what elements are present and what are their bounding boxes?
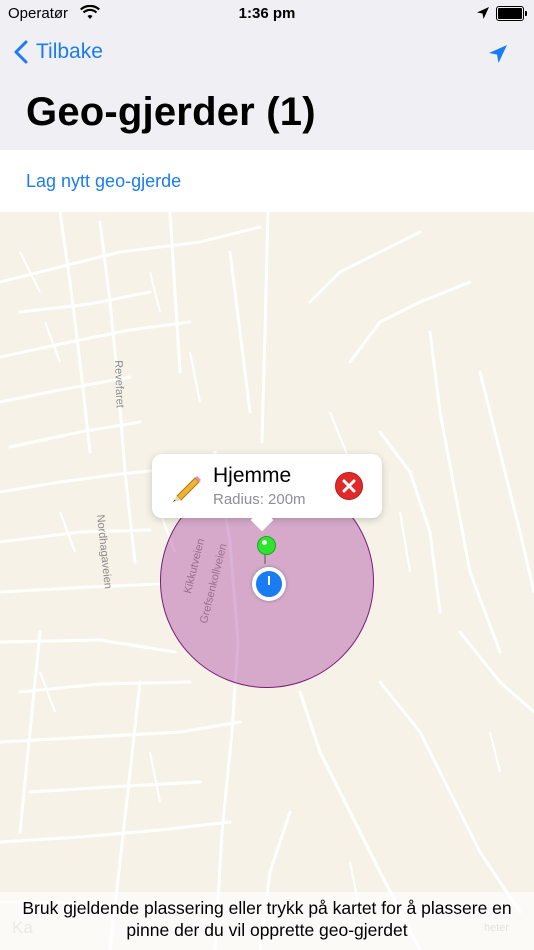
- back-button[interactable]: Tilbake: [14, 40, 103, 64]
- back-label: Tilbake: [36, 40, 103, 63]
- map-view[interactable]: Revefaret Nordhagaveien Kikkutveien Gref…: [0, 212, 534, 950]
- location-arrow-icon: [476, 6, 490, 24]
- geofence-pin[interactable]: [257, 536, 276, 555]
- battery-icon: [496, 6, 527, 21]
- status-bar: Operatør 1:36 pm: [0, 0, 534, 28]
- pencil-icon[interactable]: [170, 472, 202, 507]
- geofence-name: Hjemme: [213, 464, 292, 487]
- location-arrow-icon[interactable]: [486, 42, 510, 71]
- new-geofence-button[interactable]: Lag nytt geo-gjerde: [26, 171, 181, 192]
- instruction-text: Bruk gjeldende plassering eller trykk på…: [0, 892, 534, 950]
- user-location-icon[interactable]: [252, 567, 286, 601]
- street-label: Revefaret: [112, 360, 126, 409]
- page-title: Geo-gjerder (1): [26, 90, 316, 134]
- geofence-callout[interactable]: Hjemme Radius: 200m: [152, 454, 382, 532]
- clock: 1:36 pm: [238, 5, 296, 22]
- geofence-radius: Radius: 200m: [213, 491, 306, 508]
- new-geofence-row[interactable]: Lag nytt geo-gjerde: [0, 150, 534, 213]
- chevron-left-icon: [14, 40, 28, 64]
- navigation-bar: Tilbake Geo-gjerder (1): [0, 28, 534, 150]
- close-icon: [342, 479, 356, 493]
- delete-geofence-button[interactable]: [335, 472, 363, 500]
